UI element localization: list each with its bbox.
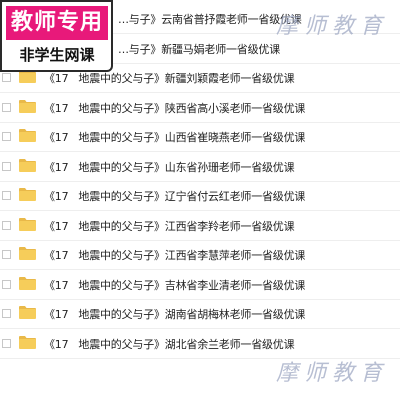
file-name-text: 地震中的父与子》湖北省余兰老师一省级优课	[78, 337, 295, 351]
row-checkbox[interactable]	[2, 102, 11, 112]
file-name[interactable]: 《17 地震中的父与子》湖南省胡梅林老师一省级优课	[44, 306, 305, 322]
folder-icon	[19, 129, 36, 142]
file-name[interactable]: 《17 地震中的父与子》新疆刘颖霞老师一省级优课	[44, 70, 295, 86]
file-name-text: 地震中的父与子》山东省孙珊老师一省级优课	[78, 160, 295, 174]
file-row[interactable]: 《17 地震中的父与子》吉林省李业清老师一省级优课	[0, 270, 400, 300]
folder-icon	[19, 247, 36, 260]
file-name-prefix: 《17	[44, 249, 69, 262]
folder-icon	[19, 158, 36, 172]
file-name-prefix: 《17	[44, 308, 69, 321]
folder-icon	[19, 306, 36, 319]
file-row[interactable]: 《17 地震中的父与子》湖北省余兰老师一省级优课	[0, 329, 400, 359]
file-name-prefix: 《17	[44, 219, 69, 233]
file-name[interactable]: 《17 地震中的父与子》陕西省高小溪老师一省级优课	[44, 100, 305, 116]
file-name-prefix: 《17	[44, 337, 69, 351]
row-checkbox[interactable]	[2, 73, 11, 82]
file-name-prefix: 《17	[44, 278, 69, 292]
file-row[interactable]: 《17 地震中的父与子》江西省李羚老师一省级优课	[0, 211, 400, 241]
file-name-text: 地震中的父与子》湖南省胡梅林老师一省级优课	[78, 308, 306, 321]
row-checkbox[interactable]	[2, 220, 11, 230]
file-row[interactable]: 《17 地震中的父与子》江西省李慧萍老师一省级优课	[0, 240, 400, 270]
row-checkbox[interactable]	[2, 191, 11, 200]
file-name-text: …与子》云南省普抒霞老师一省级优课	[118, 13, 302, 26]
row-checkbox[interactable]	[2, 161, 11, 171]
file-name-prefix: 《17	[44, 101, 69, 115]
folder-icon	[19, 276, 36, 290]
folder-icon	[19, 217, 36, 231]
row-checkbox[interactable]	[2, 250, 11, 259]
file-name-prefix: 《17	[44, 190, 69, 203]
folder-icon	[19, 335, 36, 349]
file-name-text: 地震中的父与子》吉林省李业清老师一省级优课	[78, 278, 306, 292]
file-name-text: 地震中的父与子》陕西省高小溪老师一省级优课	[78, 101, 306, 115]
row-checkbox[interactable]	[2, 338, 11, 348]
row-checkbox[interactable]	[2, 309, 11, 318]
watermark-bottom: 摩师教育	[275, 361, 388, 386]
watermark-top: 摩师教育	[275, 14, 388, 39]
teacher-only-badge: 教师专用 非学生网课	[0, 0, 113, 72]
file-name-text: 地震中的父与子》辽宁省付云红老师一省级优课	[78, 190, 306, 203]
file-row[interactable]: 《17 地震中的父与子》山东省孙珊老师一省级优课	[0, 152, 400, 182]
folder-icon	[19, 99, 36, 113]
folder-icon	[19, 188, 36, 201]
file-name-text: 地震中的父与子》新疆刘颖霞老师一省级优课	[78, 72, 295, 85]
row-checkbox[interactable]	[2, 132, 11, 141]
file-row[interactable]: 《17 地震中的父与子》辽宁省付云红老师一省级优课	[0, 181, 400, 211]
file-name[interactable]: …与子》新疆马娟老师一省级优课	[118, 41, 280, 57]
file-row[interactable]: 《17 地震中的父与子》山西省崔晓燕老师一省级优课	[0, 122, 400, 152]
file-name[interactable]: 《17 地震中的父与子》湖北省余兰老师一省级优课	[44, 336, 295, 352]
file-name[interactable]: 《17 地震中的父与子》山西省崔晓燕老师一省级优课	[44, 129, 305, 145]
file-row[interactable]: 《17 地震中的父与子》湖南省胡梅林老师一省级优课	[0, 299, 400, 329]
row-checkbox[interactable]	[2, 279, 11, 289]
file-name[interactable]: 《17 地震中的父与子》山东省孙珊老师一省级优课	[44, 159, 295, 175]
file-name[interactable]: …与子》云南省普抒霞老师一省级优课	[118, 11, 302, 27]
file-name[interactable]: 《17 地震中的父与子》江西省李羚老师一省级优课	[44, 218, 295, 234]
file-name-text: 地震中的父与子》江西省李羚老师一省级优课	[78, 219, 295, 233]
file-name-prefix: 《17	[44, 131, 69, 144]
file-name-text: 地震中的父与子》江西省李慧萍老师一省级优课	[78, 249, 306, 262]
badge-subtitle: 非学生网课	[19, 46, 95, 64]
file-row[interactable]: 《17 地震中的父与子》陕西省高小溪老师一省级优课	[0, 93, 400, 123]
file-name-text: 地震中的父与子》山西省崔晓燕老师一省级优课	[78, 131, 306, 144]
file-name[interactable]: 《17 地震中的父与子》辽宁省付云红老师一省级优课	[44, 188, 305, 204]
file-name[interactable]: 《17 地震中的父与子》江西省李慧萍老师一省级优课	[44, 247, 305, 263]
badge-title: 教师专用	[6, 6, 108, 40]
file-name-prefix: 《17	[44, 72, 69, 85]
file-name-text: …与子》新疆马娟老师一省级优课	[118, 42, 280, 56]
file-name-prefix: 《17	[44, 160, 69, 174]
file-name[interactable]: 《17 地震中的父与子》吉林省李业清老师一省级优课	[44, 277, 305, 293]
